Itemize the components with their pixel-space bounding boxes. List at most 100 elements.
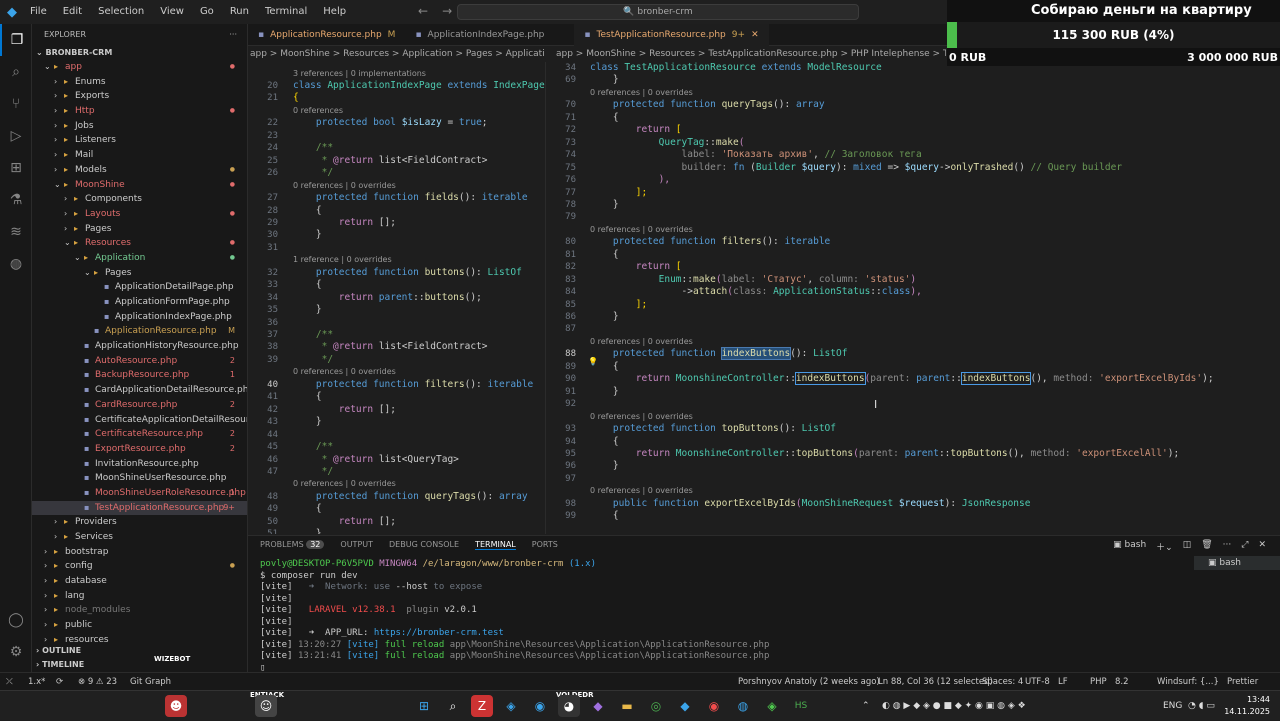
tree-item[interactable]: ⌄ ▸ Pages [32,266,247,281]
menu-terminal[interactable]: Terminal [259,0,313,24]
tree-item[interactable]: › ▸ Services [32,530,247,545]
code-line[interactable]: protected function queryTags(): array [590,99,825,111]
code-line[interactable]: protected function filters(): iterable [590,236,830,248]
tree-item[interactable]: › ▸ Mail [32,148,247,163]
menu-help[interactable]: Help [317,0,352,24]
code-line[interactable]: class ApplicationIndexPage extends Index… [293,80,545,92]
docker-icon[interactable]: ◍ [0,248,32,280]
tree-item[interactable]: › ▸ Models ● [32,163,247,178]
code-line[interactable]: builder: fn (Builder $query): mixed => $… [590,162,1123,174]
tray-overflow-icon[interactable]: ⌃ [862,691,870,721]
code-line[interactable]: return parent::buttons(); [293,292,482,304]
terminal-output[interactable]: povly@DESKTOP-P6V5PVD MINGW64 /e/laragon… [260,559,769,674]
sync-icon[interactable]: ⟳ [56,673,63,691]
code-line[interactable]: */ [293,167,333,179]
code-line[interactable]: { [293,205,322,217]
code-lens[interactable]: 1 reference | 0 overrides [293,255,392,265]
code-line[interactable]: return []; [293,404,396,416]
problems-indicator[interactable]: ⊗ 9 ⚠ 23 [78,673,117,691]
tree-item[interactable]: ▪ ExportResource.php 2 [32,442,247,457]
settings-gear-icon[interactable]: ⚙ [0,636,32,668]
edge-icon[interactable]: ◉ [529,695,551,717]
language-mode[interactable]: PHP [1090,673,1107,691]
tree-item[interactable]: › ▸ Jobs [32,119,247,134]
tree-item[interactable]: › ▸ database [32,574,247,589]
tree-item[interactable]: › ▸ Listeners [32,133,247,148]
tree-item[interactable]: ▪ ApplicationResource.php M [32,324,247,339]
code-line[interactable]: ), [590,174,670,186]
vscode-taskbar-icon[interactable]: ◆ [674,695,696,717]
code-line[interactable]: ->attach(class: ApplicationStatus::class… [590,286,922,298]
code-lens[interactable]: 3 references | 0 implementations [293,69,426,79]
editor-tab[interactable]: ▪ ApplicationIndexPage.php [405,24,554,46]
code-line[interactable]: * @return list<FieldContract> [293,341,488,353]
code-line[interactable]: { [590,436,619,448]
tree-item[interactable]: › ▸ Http ● [32,104,247,119]
system-clock[interactable]: 13:44 14.11.2025 [1224,694,1270,718]
obsidian-icon[interactable]: ◆ [587,695,609,717]
app-green-icon[interactable]: ◈ [761,695,783,717]
code-line[interactable]: return MoonshineController::indexButtons… [590,372,1214,386]
explorer-icon[interactable]: ❐ [0,24,32,56]
code-line[interactable]: } [293,304,322,316]
tree-item[interactable]: ▪ ApplicationFormPage.php [32,295,247,310]
panel-tab-debug-console[interactable]: DEBUG CONSOLE [389,540,459,550]
panel-more-icon[interactable]: ··· [1223,540,1232,553]
network-volume-icons[interactable]: ◔ ◖ ▭ [1188,691,1215,721]
encoding-setting[interactable]: UTF-8 [1025,673,1050,691]
language-indicator[interactable]: ENG [1163,691,1182,721]
code-line[interactable]: { [293,92,299,104]
back-arrow-icon[interactable]: ← [418,4,428,18]
code-line[interactable]: /** [293,329,333,341]
code-line[interactable]: } [293,416,322,428]
start-icon[interactable]: ⊞ [413,695,435,717]
lightbulb-icon[interactable]: 💡 [588,357,598,366]
code-line[interactable]: /** [293,441,333,453]
tree-item[interactable]: ▪ ApplicationIndexPage.php [32,310,247,325]
code-lens[interactable]: 0 references [293,106,343,116]
panel-tab-output[interactable]: OUTPUT [340,540,373,550]
code-lens[interactable]: 0 references | 0 overrides [293,367,396,377]
code-line[interactable]: return [ [590,124,682,136]
remote-icon[interactable]: ⤫ [6,673,13,691]
code-line[interactable]: */ [293,354,333,366]
code-line[interactable]: return []; [293,516,396,528]
search-icon[interactable]: ⌕ [0,56,32,88]
tree-item[interactable]: › ▸ Enums [32,75,247,90]
prettier-status[interactable]: Prettier [1227,673,1258,691]
more-actions-icon[interactable]: ··· [229,24,237,46]
breadcrumb-right[interactable]: app > MoonShine > Resources > TestApplic… [556,46,946,62]
menu-go[interactable]: Go [194,0,220,24]
code-line[interactable]: protected function filters(): iterable [293,379,533,391]
code-line[interactable]: * @return list<QueryTag> [293,454,459,466]
code-line[interactable]: */ [293,466,333,478]
code-lens[interactable]: 0 references | 0 overrides [590,412,693,422]
breadcrumb-left[interactable]: app > MoonShine > Resources > Applicatio… [250,46,545,62]
tree-item[interactable]: › ▸ lang [32,589,247,604]
edge-dev-icon[interactable]: ◍ [732,695,754,717]
testing-icon[interactable]: ⚗ [0,184,32,216]
terminal-shell-label[interactable]: ▣ bash [1113,540,1146,553]
code-line[interactable]: { [590,112,619,124]
tree-item[interactable]: ⌄ ▸ Application ● [32,251,247,266]
tray-icons[interactable]: ◐ ◍ ▶ ◆ ◈ ● ■ ◆ ✦ ◉ ▣ ◍ ◈ ❖ [882,691,1026,721]
code-line[interactable]: } [293,528,322,534]
code-line[interactable]: public function exportExcelByIds(MoonShi… [590,498,1031,510]
menu-selection[interactable]: Selection [92,0,150,24]
tree-item[interactable]: › ▸ Components [32,192,247,207]
code-lens[interactable]: 0 references | 0 overrides [590,225,693,235]
windsurf-icon[interactable]: ≋ [0,216,32,248]
code-line[interactable]: } [590,199,619,211]
tree-item[interactable]: › ▸ bootstrap [32,545,247,560]
tree-item[interactable]: › ▸ node_modules [32,603,247,618]
tree-item[interactable]: ▪ CertificateApplicationDetailResource.ph… [32,413,247,428]
eol-setting[interactable]: LF [1058,673,1068,691]
chrome-icon[interactable]: ◎ [645,695,667,717]
tab-close-icon[interactable]: ✕ [751,24,759,46]
code-line[interactable]: protected bool $isLazy = true; [293,117,488,129]
tree-item[interactable]: ▪ BackupResource.php 1 [32,368,247,383]
code-line[interactable]: * @return list<FieldContract> [293,155,488,167]
code-line[interactable]: return []; [293,217,396,229]
git-blame-info[interactable]: Porshnyov Anatoly (2 weeks ago) [738,673,880,691]
close-panel-icon[interactable]: ✕ [1258,540,1266,553]
